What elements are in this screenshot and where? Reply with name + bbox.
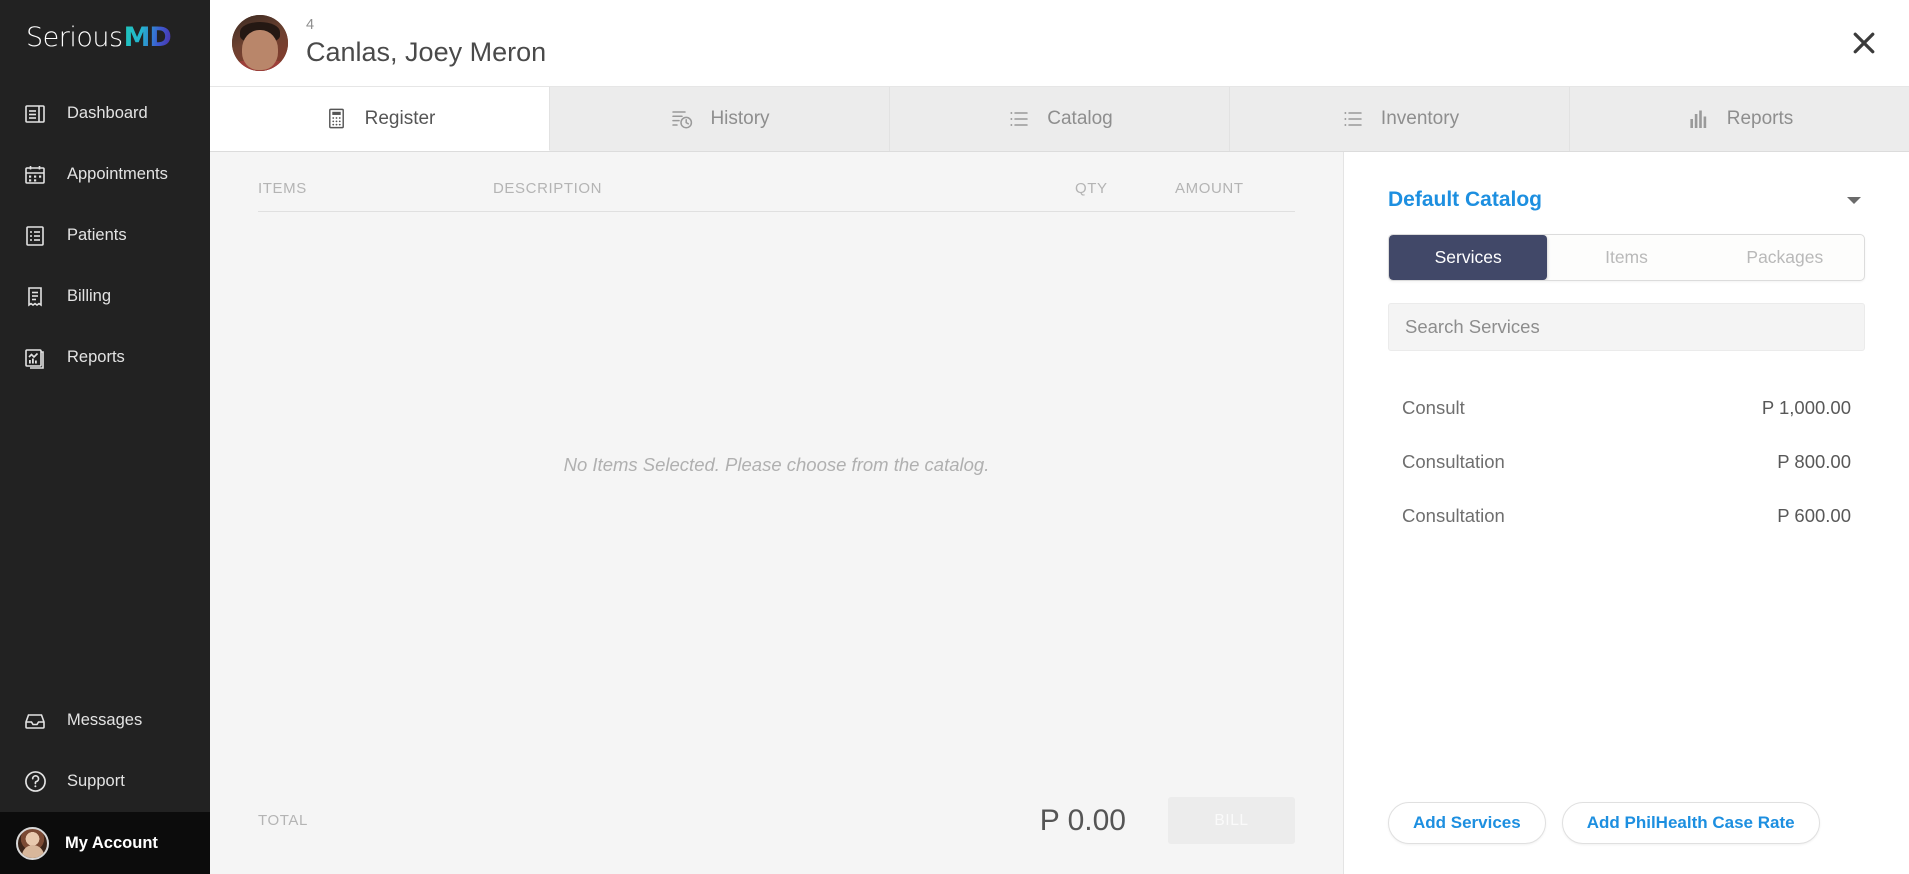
sidebar-nav-bottom: Messages Support My Account bbox=[0, 690, 210, 874]
tab-label: Catalog bbox=[1047, 108, 1113, 129]
segment-items[interactable]: Items bbox=[1547, 235, 1705, 280]
sidebar-item-billing[interactable]: Billing bbox=[0, 266, 210, 327]
catalog-panel: Default Catalog Services Items Packages … bbox=[1344, 152, 1909, 874]
column-header-amount: AMOUNT bbox=[1175, 180, 1244, 197]
chevron-down-icon bbox=[1847, 196, 1861, 204]
content-split: ITEMS DESCRIPTION QTY AMOUNT No Items Se… bbox=[210, 152, 1909, 874]
question-circle-icon bbox=[20, 767, 50, 797]
total-amount: P 0.00 bbox=[1039, 803, 1126, 837]
tab-bar: Register History Catalog Inventory Repor… bbox=[210, 86, 1909, 152]
segment-services[interactable]: Services bbox=[1389, 235, 1548, 280]
service-list: Consult P 1,000.00 Consultation P 800.00… bbox=[1388, 381, 1865, 792]
list-item[interactable]: Consult P 1,000.00 bbox=[1388, 381, 1865, 435]
tab-history[interactable]: History bbox=[550, 87, 890, 151]
sidebar-item-label: My Account bbox=[65, 833, 158, 852]
sidebar-item-appointments[interactable]: Appointments bbox=[0, 144, 210, 205]
service-name: Consult bbox=[1402, 397, 1465, 418]
sidebar-item-messages[interactable]: Messages bbox=[0, 690, 210, 751]
sidebar-item-label: Reports bbox=[67, 348, 125, 367]
app-root: Serious MD Dashboard Appointments Patien… bbox=[0, 0, 1909, 874]
brand-name-primary: Serious bbox=[26, 21, 123, 53]
column-header-description: DESCRIPTION bbox=[493, 180, 603, 197]
sidebar-item-label: Dashboard bbox=[67, 104, 148, 123]
add-services-button[interactable]: Add Services bbox=[1388, 802, 1546, 844]
tab-inventory[interactable]: Inventory bbox=[1230, 87, 1570, 151]
tab-label: Inventory bbox=[1380, 108, 1460, 129]
patient-header: 4 Canlas, Joey Meron bbox=[210, 0, 1909, 86]
sidebar-item-label: Support bbox=[67, 772, 125, 791]
patient-avatar[interactable] bbox=[232, 15, 288, 71]
register-column-headers: ITEMS DESCRIPTION QTY AMOUNT bbox=[258, 152, 1295, 212]
total-label: TOTAL bbox=[258, 812, 308, 829]
sidebar-item-dashboard[interactable]: Dashboard bbox=[0, 83, 210, 144]
sidebar-item-label: Appointments bbox=[67, 165, 168, 184]
catalog-actions: Add Services Add PhilHealth Case Rate bbox=[1388, 792, 1865, 874]
patient-meta: 4 Canlas, Joey Meron bbox=[306, 17, 547, 68]
tab-label: Reports bbox=[1726, 108, 1794, 129]
inbox-icon bbox=[20, 706, 50, 736]
list-icon bbox=[1340, 106, 1366, 132]
tab-reports[interactable]: Reports bbox=[1570, 87, 1909, 151]
search-input[interactable] bbox=[1405, 316, 1848, 338]
sidebar-item-support[interactable]: Support bbox=[0, 751, 210, 812]
patient-id: 4 bbox=[306, 17, 315, 33]
brand-name-accent: MD bbox=[123, 21, 172, 53]
tab-label: History bbox=[710, 108, 770, 129]
history-clock-icon bbox=[669, 106, 695, 132]
tab-register[interactable]: Register bbox=[210, 87, 550, 151]
segment-packages[interactable]: Packages bbox=[1706, 235, 1864, 280]
calendar-icon bbox=[20, 160, 50, 190]
service-price: P 600.00 bbox=[1777, 505, 1851, 526]
brand-logo[interactable]: Serious MD bbox=[0, 0, 210, 74]
register-total-row: TOTAL P 0.00 BILL bbox=[258, 797, 1295, 874]
list-item[interactable]: Consultation P 600.00 bbox=[1388, 489, 1865, 543]
register-empty-message: No Items Selected. Please choose from th… bbox=[563, 453, 990, 475]
sidebar-item-reports[interactable]: Reports bbox=[0, 327, 210, 388]
sidebar-item-patients[interactable]: Patients bbox=[0, 205, 210, 266]
search-services-box[interactable] bbox=[1388, 303, 1865, 351]
sidebar-nav: Dashboard Appointments Patients Billing … bbox=[0, 83, 210, 388]
sidebar-item-my-account[interactable]: My Account bbox=[0, 812, 210, 874]
service-name: Consultation bbox=[1402, 505, 1505, 526]
calculator-icon bbox=[324, 106, 350, 132]
patient-name: Canlas, Joey Meron bbox=[306, 36, 547, 67]
catalog-selector-label: Default Catalog bbox=[1388, 188, 1543, 211]
list-item[interactable]: Consultation P 800.00 bbox=[1388, 435, 1865, 489]
bar-chart-icon bbox=[1686, 106, 1712, 132]
service-price: P 1,000.00 bbox=[1761, 397, 1851, 418]
chart-document-icon bbox=[20, 343, 50, 373]
close-icon[interactable] bbox=[1845, 24, 1883, 62]
receipt-icon bbox=[20, 282, 50, 312]
service-price: P 800.00 bbox=[1777, 451, 1851, 472]
tab-label: Register bbox=[364, 107, 436, 129]
column-header-qty: QTY bbox=[1075, 180, 1108, 197]
sidebar: Serious MD Dashboard Appointments Patien… bbox=[0, 0, 210, 874]
column-header-items: ITEMS bbox=[258, 180, 307, 197]
sidebar-item-label: Patients bbox=[67, 226, 127, 245]
list-document-icon bbox=[20, 221, 50, 251]
bill-button[interactable]: BILL bbox=[1168, 797, 1295, 844]
add-philhealth-case-rate-button[interactable]: Add PhilHealth Case Rate bbox=[1561, 802, 1820, 844]
main-panel: 4 Canlas, Joey Meron Register History Ca… bbox=[210, 0, 1909, 874]
sidebar-item-label: Billing bbox=[67, 287, 112, 306]
dashboard-icon bbox=[20, 99, 50, 129]
sidebar-item-label: Messages bbox=[67, 711, 143, 730]
tab-catalog[interactable]: Catalog bbox=[890, 87, 1230, 151]
register-panel: ITEMS DESCRIPTION QTY AMOUNT No Items Se… bbox=[210, 152, 1344, 874]
catalog-selector[interactable]: Default Catalog bbox=[1388, 152, 1865, 234]
avatar bbox=[16, 826, 49, 860]
service-name: Consultation bbox=[1402, 451, 1505, 472]
catalog-segmented-control: Services Items Packages bbox=[1388, 234, 1865, 281]
list-icon bbox=[1006, 106, 1032, 132]
